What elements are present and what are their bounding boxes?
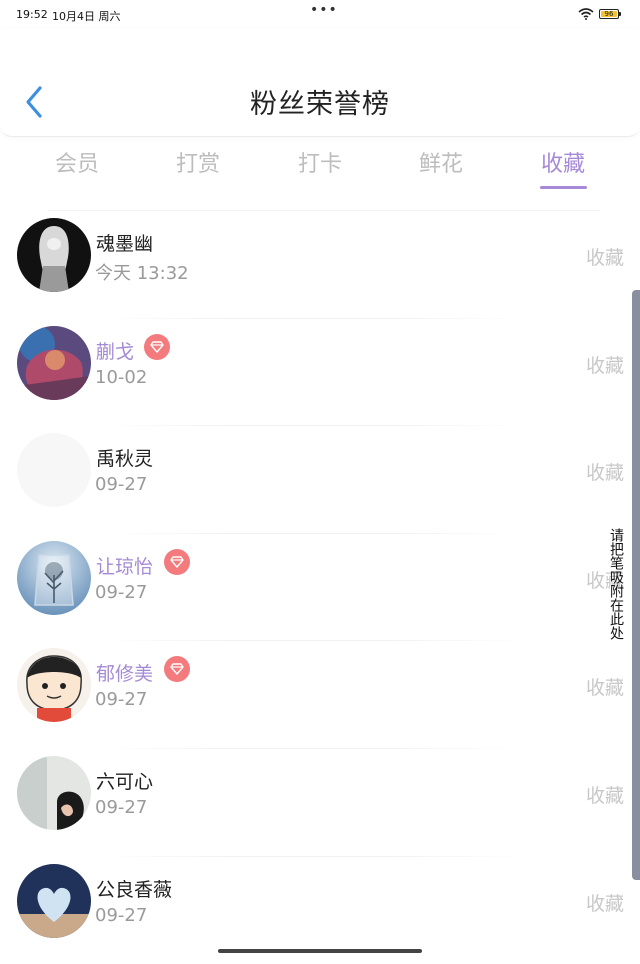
list-item[interactable]: 让琼怡 09-27 收藏 xyxy=(0,534,640,642)
user-name: 郁修美 xyxy=(96,663,154,686)
avatar[interactable] xyxy=(17,540,91,615)
vip-diamond-icon xyxy=(164,548,190,575)
user-name: 六可心 xyxy=(96,770,154,793)
avatar[interactable] xyxy=(17,755,91,830)
vip-diamond-icon xyxy=(164,656,190,683)
favorite-label: 收藏 xyxy=(585,247,624,269)
user-name: 让琼怡 xyxy=(96,555,154,578)
timestamp: 09-27 xyxy=(95,689,148,711)
favorite-label: 收藏 xyxy=(585,784,624,807)
user-name: 公良香薇 xyxy=(96,878,173,901)
timestamp: 09-27 xyxy=(95,581,148,603)
timestamp: 09-27 xyxy=(95,796,148,818)
timestamp: 今天 13:32 xyxy=(95,263,189,284)
tab-members[interactable]: 会员 xyxy=(27,146,127,178)
list-item[interactable]: 公良香薇 09-27 收藏 xyxy=(0,857,640,964)
avatar[interactable] xyxy=(17,863,91,938)
timestamp: 09-27 xyxy=(95,904,148,926)
avatar[interactable] xyxy=(17,325,91,400)
timestamp: 09-27 xyxy=(95,474,148,496)
tab-bar: 会员 打赏 打卡 鲜花 收藏 xyxy=(0,140,640,196)
list-item[interactable]: 魂墨幽 今天 13:32 收藏 xyxy=(0,211,640,319)
user-name: 魂墨幽 xyxy=(96,233,154,255)
wifi-icon xyxy=(578,8,594,20)
fan-list: 魂墨幽 今天 13:32 收藏 蒯戈 10-02 收藏 禹秋灵 09-27 收藏 xyxy=(0,211,640,964)
tab-favorites[interactable]: 收藏 xyxy=(513,146,613,178)
status-date: 10月4日 周六 xyxy=(52,10,121,23)
avatar[interactable] xyxy=(17,218,91,292)
tab-checkin[interactable]: 打卡 xyxy=(270,146,370,178)
tab-rewards[interactable]: 打赏 xyxy=(148,146,248,178)
status-time: 19:52 xyxy=(16,8,48,21)
pen-dock-handle[interactable] xyxy=(632,290,640,880)
battery-level: 96 xyxy=(604,10,614,18)
tab-flowers[interactable]: 鲜花 xyxy=(391,146,491,178)
favorite-label: 收藏 xyxy=(585,354,624,377)
list-item[interactable]: 六可心 09-27 收藏 xyxy=(0,749,640,857)
multitask-dots-icon[interactable]: ••• xyxy=(310,2,338,18)
favorite-label: 收藏 xyxy=(585,462,624,485)
status-bar: 19:52 10月4日 周六 ••• 96 xyxy=(0,0,640,28)
timestamp: 10-02 xyxy=(95,366,148,388)
battery-icon: 96 xyxy=(599,9,621,19)
list-item[interactable]: 蒯戈 10-02 收藏 xyxy=(0,319,640,427)
page-title: 粉丝荣誉榜 xyxy=(250,89,390,120)
vip-diamond-icon xyxy=(144,333,170,360)
header: 粉丝荣誉榜 xyxy=(0,28,640,137)
active-tab-indicator xyxy=(540,186,587,189)
avatar[interactable] xyxy=(17,433,91,508)
avatar[interactable] xyxy=(17,648,91,723)
user-name: 禹秋灵 xyxy=(96,448,154,471)
home-indicator[interactable] xyxy=(218,949,422,953)
favorite-label: 收藏 xyxy=(585,677,624,700)
list-item[interactable]: 郁修美 09-27 收藏 xyxy=(0,641,640,749)
list-item[interactable]: 禹秋灵 09-27 收藏 xyxy=(0,426,640,534)
pen-dock-hint: 请把笔吸附在此处 xyxy=(608,528,624,640)
user-name: 蒯戈 xyxy=(96,340,135,363)
favorite-label: 收藏 xyxy=(585,892,624,915)
